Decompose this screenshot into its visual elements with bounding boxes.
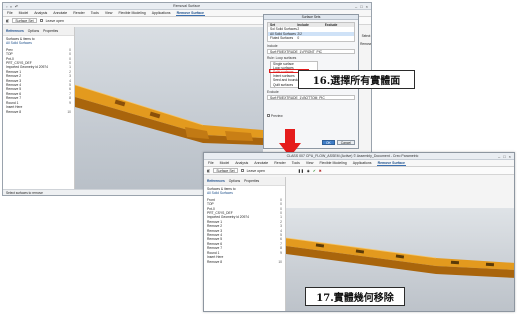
new-file-icon[interactable]: ▫ xyxy=(6,4,7,9)
include-field[interactable]: Surf:F5(EXTRUDE_1):FRONT_PIC xyxy=(267,48,355,54)
close-icon[interactable]: × xyxy=(509,154,511,159)
dashboard-subtabs: References Options Properties xyxy=(204,177,285,186)
rail-feature-5 xyxy=(485,262,495,267)
minimize-icon[interactable]: – xyxy=(355,4,357,9)
ribbon-tab-render[interactable]: Render xyxy=(273,161,286,165)
include-section-label: Include xyxy=(267,43,278,48)
subtab-references[interactable]: References xyxy=(6,29,24,33)
ribbon-tab-render[interactable]: Render xyxy=(72,11,85,15)
collector-value[interactable]: All Solid Surfaces xyxy=(207,191,233,195)
dialog-title: Surface Sets xyxy=(264,15,358,20)
maximize-icon[interactable]: □ xyxy=(503,154,505,159)
ok-button[interactable]: OK xyxy=(321,140,335,145)
minimize-icon[interactable]: – xyxy=(498,154,500,159)
leave-open-checkbox[interactable] xyxy=(39,19,43,22)
save-icon[interactable]: ▪ xyxy=(10,4,11,9)
ribbon-tab-flexible-modeling[interactable]: Flexible Modeling xyxy=(117,11,146,15)
title-bar: CLASS 007 CPU_FLOW_ASSEM (Active) © Asse… xyxy=(204,153,514,160)
subtab-options[interactable]: Options xyxy=(229,179,240,183)
dialog-buttons: OK Cancel xyxy=(321,140,355,145)
pause-icon[interactable]: ❚❚ xyxy=(298,169,304,173)
table-row[interactable]: Fluted Surfaces 0 xyxy=(268,36,354,40)
collector-header: Surfaces & items to All Solid Surfaces xyxy=(3,36,74,47)
ribbon-tab-file[interactable]: File xyxy=(207,161,215,165)
ribbon-tab-flexible-modeling[interactable]: Flexible Modeling xyxy=(318,161,347,165)
ribbon-tab-analysis[interactable]: Analysis xyxy=(234,161,249,165)
exclude-section-label: Exclude xyxy=(267,89,279,94)
rail-feature-4 xyxy=(450,260,460,265)
tree-item-count: 10 xyxy=(67,109,71,114)
leave-open-label: Leave open xyxy=(45,18,64,23)
window-controls: – □ × xyxy=(355,4,368,9)
subtab-properties[interactable]: Properties xyxy=(43,29,58,33)
surface-set-icon: ◧ xyxy=(207,168,211,173)
cancel-button[interactable]: Cancel xyxy=(336,140,355,145)
surface-set-field[interactable]: Surface Set xyxy=(12,18,37,23)
table-cell xyxy=(325,36,352,40)
ribbon-tab-applications[interactable]: Applications xyxy=(151,11,172,15)
ribbon-tab-view[interactable]: View xyxy=(104,11,114,15)
tree-item-count: 9 xyxy=(69,100,71,105)
model-tree: Front 0 TOP 0 Pnt-0 0 PRT_CSYS_DEF 0 Imported Ge… xyxy=(204,197,285,265)
rule-section-label: Rule: Loop surfaces xyxy=(267,55,297,60)
tree-item[interactable]: Remove 8 10 xyxy=(207,260,282,264)
quick-access-toolbar: ▫ ▪ ↶ xyxy=(6,4,18,9)
table-cell: Fluted Surfaces xyxy=(270,36,294,41)
tree-item[interactable]: Remove 8 10 xyxy=(6,110,71,114)
collector-value[interactable]: All Solid Surfaces xyxy=(6,41,32,45)
preview-row: Preview xyxy=(267,113,355,118)
ribbon-tab-file[interactable]: File xyxy=(6,11,14,15)
surface-set-icon: ◧ xyxy=(6,18,10,23)
table-cell: 0 xyxy=(297,36,300,41)
remove-button[interactable]: Remove xyxy=(360,42,371,46)
preview-checkbox[interactable] xyxy=(267,113,270,117)
tree-item-count: 9 xyxy=(280,250,282,255)
leave-open-checkbox[interactable] xyxy=(240,169,244,172)
tree-item-label: Remove 8 xyxy=(6,109,22,114)
surface-set-table: Set Include Exclude Sol Solid Surfaces 2… xyxy=(267,22,355,42)
ribbon-tabs: File Model Analysis Annotate Render Tools View… xyxy=(204,160,514,167)
subtab-references[interactable]: References xyxy=(207,179,225,183)
dashboard-subtabs: References Options Properties xyxy=(3,27,74,36)
collector-header: Surfaces & items to All Solid Surfaces xyxy=(204,186,285,197)
dialog-side-buttons: Select Remove xyxy=(360,16,371,46)
tree-item-count: 10 xyxy=(278,259,282,264)
window-controls: – □ × xyxy=(498,154,511,159)
surface-set-field[interactable]: Surface Set xyxy=(213,168,238,173)
close-icon[interactable]: × xyxy=(366,4,368,9)
model-tree: Prev 0 TOP 0 Pnt-0 0 PRT_CSYS_DEF 0 Imported Geo… xyxy=(3,47,74,115)
ribbon-tab-view[interactable]: View xyxy=(305,161,315,165)
ribbon-tab-tools[interactable]: Tools xyxy=(291,161,301,165)
dashboard-toolbar: ◧ Surface Set Leave open ❚❚ ◉ ✔ ✖ xyxy=(204,167,514,175)
ribbon-tab-remove-surface[interactable]: Remove Surface xyxy=(376,161,406,166)
ribbon-tab-annotate[interactable]: Annotate xyxy=(253,161,269,165)
ribbon-tab-remove-surface[interactable]: Remove Surface xyxy=(175,11,205,16)
ok-check-icon[interactable]: ✔ xyxy=(313,169,316,173)
tree-item-label: Remove 8 xyxy=(207,259,223,264)
select-button[interactable]: Select xyxy=(360,34,371,38)
window-title: CLASS 007 CPU_FLOW_ASSEM (Active) © Asse… xyxy=(286,154,419,158)
maximize-icon[interactable]: □ xyxy=(360,4,362,9)
step-17-callout: 17.實體幾何移除 xyxy=(305,287,405,306)
step-16-callout: 16.選擇所有實體面 xyxy=(298,70,415,89)
window-title: Removal Surface xyxy=(173,4,201,8)
leave-open-label: Leave open xyxy=(246,168,265,173)
title-bar: ▫ ▪ ↶ Removal Surface – □ × xyxy=(3,3,371,10)
rule-label: Rule xyxy=(267,55,274,60)
exclude-field[interactable]: Surf:F5(EXTRUDE_1):BOTTOM_PIC xyxy=(267,94,355,100)
rule-value[interactable]: Loop surfaces xyxy=(276,56,297,60)
preview-icon[interactable]: ◉ xyxy=(307,169,310,173)
subtab-options[interactable]: Options xyxy=(28,29,39,33)
model-tree-panel: References Options Properties Surfaces & i… xyxy=(204,177,286,311)
model-tree-panel: References Options Properties Surfaces & i… xyxy=(3,27,75,191)
preview-label: Preview xyxy=(270,113,283,118)
ribbon-tab-tools[interactable]: Tools xyxy=(90,11,100,15)
ribbon-tab-model[interactable]: Model xyxy=(219,161,231,165)
cancel-x-icon[interactable]: ✖ xyxy=(319,169,322,173)
subtab-properties[interactable]: Properties xyxy=(244,179,259,183)
ribbon-tab-analysis[interactable]: Analysis xyxy=(33,11,48,15)
ribbon-tab-annotate[interactable]: Annotate xyxy=(52,11,68,15)
ribbon-tab-applications[interactable]: Applications xyxy=(352,161,373,165)
ribbon-tab-model[interactable]: Model xyxy=(18,11,30,15)
